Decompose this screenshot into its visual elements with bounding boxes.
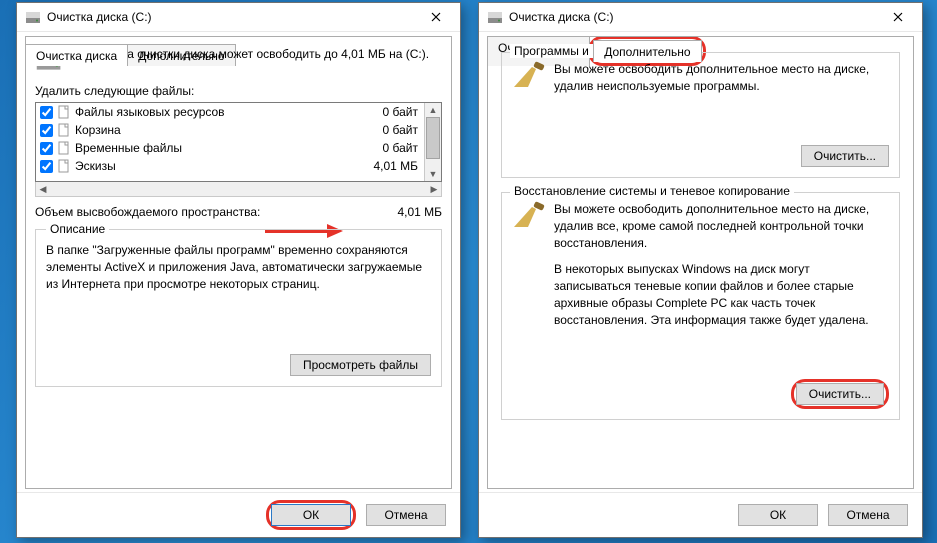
file-size: 4,01 МБ bbox=[356, 159, 424, 173]
cancel-button[interactable]: Отмена bbox=[828, 504, 908, 526]
restore-text-2: В некоторых выпусках Windows на диск мог… bbox=[554, 261, 889, 328]
tab-more[interactable]: Дополнительно bbox=[593, 40, 701, 62]
file-checkbox[interactable] bbox=[40, 106, 53, 119]
titlebar[interactable]: Очистка диска (C:) bbox=[17, 3, 460, 32]
file-size: 0 байт bbox=[356, 141, 424, 155]
sweep-icon bbox=[512, 61, 546, 89]
file-type-icon bbox=[57, 159, 71, 173]
file-name: Временные файлы bbox=[75, 141, 356, 155]
total-label: Объем высвобождаемого пространства: bbox=[35, 205, 397, 219]
drive-small-icon bbox=[25, 9, 41, 25]
programs-text: Вы можете освободить дополнительное мест… bbox=[554, 61, 889, 95]
window-title: Очистка диска (C:) bbox=[47, 10, 418, 24]
files-list[interactable]: Файлы языковых ресурсов0 байтКорзина0 ба… bbox=[35, 102, 442, 182]
window-title: Очистка диска (C:) bbox=[509, 10, 880, 24]
list-item[interactable]: Файлы языковых ресурсов0 байт bbox=[36, 103, 424, 121]
file-name: Эскизы bbox=[75, 159, 356, 173]
scroll-right-icon[interactable]: ▶ bbox=[427, 182, 441, 196]
files-list-label: Удалить следующие файлы: bbox=[35, 84, 442, 98]
list-item[interactable]: Эскизы4,01 МБ bbox=[36, 157, 424, 175]
disk-cleanup-dialog-main: Очистка диска (C:) Очистка диска Дополни… bbox=[16, 2, 461, 538]
file-name: Файлы языковых ресурсов bbox=[75, 105, 356, 119]
disk-cleanup-dialog-more: Очистка диска (C:) Очистка диска Дополни… bbox=[478, 2, 923, 538]
list-item[interactable]: Временные файлы0 байт bbox=[36, 139, 424, 157]
tab-content-more: Программы и компоненты Вы можете освобод… bbox=[487, 36, 914, 489]
tab-content-cleanup: Программа очистки диска может освободить… bbox=[25, 36, 452, 489]
ok-button[interactable]: ОК bbox=[271, 504, 351, 526]
view-files-button[interactable]: Просмотреть файлы bbox=[290, 354, 431, 376]
file-size: 0 байт bbox=[356, 105, 424, 119]
file-size: 0 байт bbox=[356, 123, 424, 137]
file-type-icon bbox=[57, 141, 71, 155]
description-text: В папке "Загруженные файлы программ" вре… bbox=[46, 242, 431, 292]
scroll-up-icon[interactable]: ▲ bbox=[425, 103, 441, 117]
drive-small-icon bbox=[487, 9, 503, 25]
close-button[interactable] bbox=[418, 6, 454, 28]
restore-text-1: Вы можете освободить дополнительное мест… bbox=[554, 201, 889, 251]
description-group: Описание В папке "Загруженные файлы прог… bbox=[35, 229, 442, 387]
file-type-icon bbox=[57, 123, 71, 137]
file-checkbox[interactable] bbox=[40, 124, 53, 137]
scroll-left-icon[interactable]: ◀ bbox=[36, 182, 50, 196]
cancel-button[interactable]: Отмена bbox=[366, 504, 446, 526]
restore-cleanup-button[interactable]: Очистить... bbox=[796, 383, 884, 405]
scroll-down-icon[interactable]: ▼ bbox=[425, 167, 441, 181]
close-button[interactable] bbox=[880, 6, 916, 28]
tab-cleanup[interactable]: Очистка диска bbox=[25, 44, 128, 66]
tab-cleanup-label: Очистка диска bbox=[36, 49, 117, 63]
programs-cleanup-button[interactable]: Очистить... bbox=[801, 145, 889, 167]
scroll-thumb[interactable] bbox=[426, 117, 440, 159]
total-value: 4,01 МБ bbox=[397, 205, 442, 219]
sweep-icon bbox=[512, 201, 546, 229]
titlebar[interactable]: Очистка диска (C:) bbox=[479, 3, 922, 32]
dialog-footer: ОК Отмена bbox=[17, 492, 460, 537]
dialog-footer: ОК Отмена bbox=[479, 492, 922, 537]
list-item[interactable]: Корзина0 байт bbox=[36, 121, 424, 139]
file-type-icon bbox=[57, 105, 71, 119]
tab-more-label: Дополнительно bbox=[604, 45, 690, 59]
ok-button[interactable]: ОК bbox=[738, 504, 818, 526]
scrollbar-vertical[interactable]: ▲ ▼ bbox=[424, 103, 441, 181]
file-checkbox[interactable] bbox=[40, 142, 53, 155]
restore-group-title: Восстановление системы и теневое копиров… bbox=[510, 184, 794, 198]
restore-group: Восстановление системы и теневое копиров… bbox=[501, 192, 900, 420]
file-name: Корзина bbox=[75, 123, 356, 137]
description-title: Описание bbox=[46, 222, 109, 236]
scrollbar-horizontal[interactable]: ◀ ▶ bbox=[35, 182, 442, 197]
programs-group: Программы и компоненты Вы можете освобод… bbox=[501, 52, 900, 178]
file-checkbox[interactable] bbox=[40, 160, 53, 173]
